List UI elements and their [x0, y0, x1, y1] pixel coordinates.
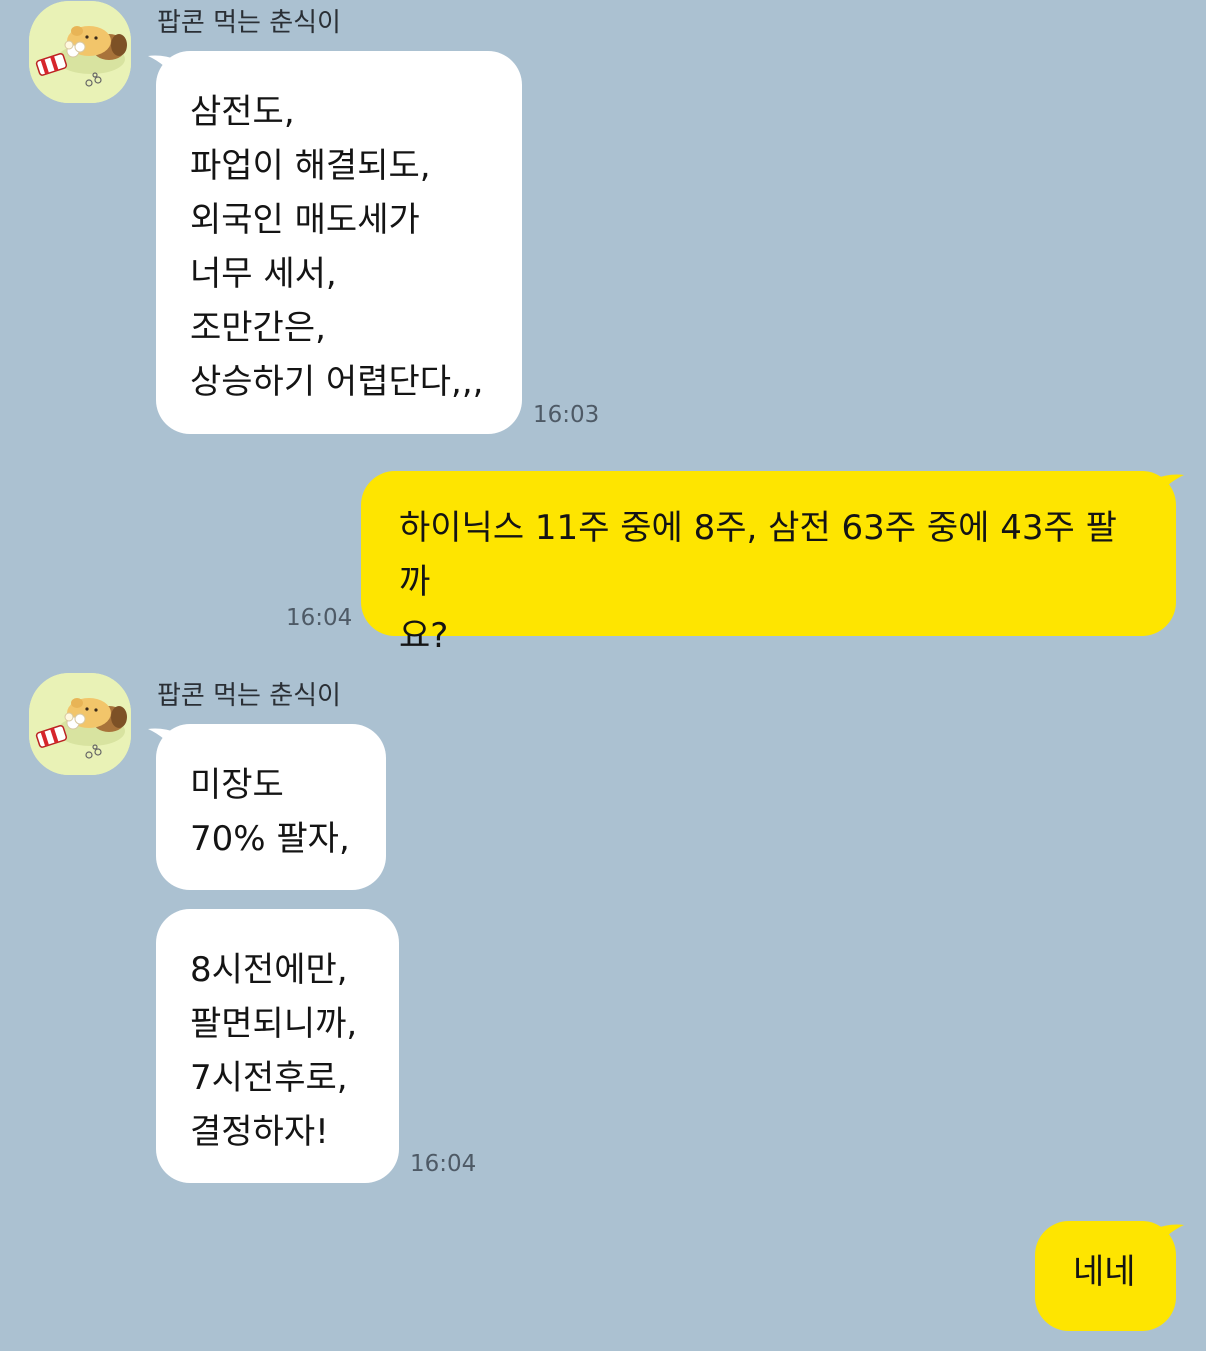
chunsik-popcorn-avatar-icon: [29, 1, 131, 103]
message-time: 16:04: [410, 1151, 477, 1177]
message-time: 16:03: [533, 402, 600, 428]
sender-avatar[interactable]: [29, 1, 131, 103]
message-bubble[interactable]: 8시전에만, 팔면되니까, 7시전후로, 결정하자!: [156, 909, 399, 1183]
message-time: 16:04: [286, 605, 353, 631]
message-bubble[interactable]: 삼전도, 파업이 해결되도, 외국인 매도세가 너무 세서, 조만간은, 상승하…: [156, 51, 522, 434]
sender-avatar[interactable]: [29, 673, 131, 775]
sender-name: 팝콘 먹는 춘식이: [157, 681, 341, 711]
sender-name: 팝콘 먹는 춘식이: [157, 8, 341, 38]
bubble-tail: [1154, 473, 1184, 501]
message-bubble[interactable]: 미장도 70% 팔자,: [156, 724, 386, 890]
bubble-tail: [1154, 1223, 1184, 1251]
chunsik-popcorn-avatar-icon: [29, 673, 131, 775]
message-bubble[interactable]: 하이닉스 11주 중에 8주, 삼전 63주 중에 43주 팔까 요?: [361, 471, 1176, 656]
